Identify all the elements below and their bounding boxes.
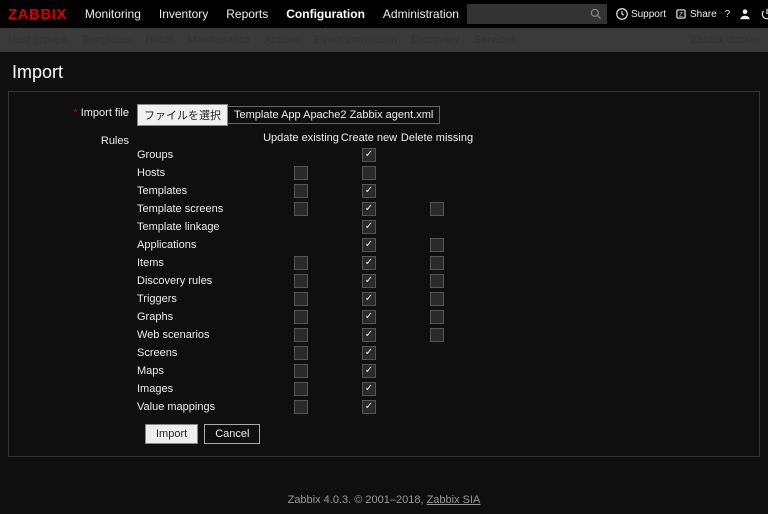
rule-row-label: Maps bbox=[137, 365, 263, 377]
subnav-item-services[interactable]: Services bbox=[474, 34, 516, 46]
rule-checkbox[interactable] bbox=[294, 256, 308, 270]
cancel-button[interactable]: Cancel bbox=[204, 424, 260, 444]
subnav-item-templates[interactable]: Templates bbox=[81, 34, 131, 46]
rules-header: Update existing bbox=[263, 132, 339, 144]
rule-checkbox[interactable] bbox=[362, 220, 376, 234]
subnav-item-hosts[interactable]: Hosts bbox=[145, 34, 173, 46]
rule-row-label: Groups bbox=[137, 149, 263, 161]
help-link[interactable]: ? bbox=[725, 9, 731, 20]
rule-row-label: Template linkage bbox=[137, 221, 263, 233]
rule-row-label: Discovery rules bbox=[137, 275, 263, 287]
share-icon: Z bbox=[674, 7, 688, 21]
file-name: Template App Apache2 Zabbix agent.xml bbox=[228, 106, 440, 124]
topbar: ZABBIX MonitoringInventoryReportsConfigu… bbox=[0, 0, 768, 28]
rule-checkbox[interactable] bbox=[362, 202, 376, 216]
file-selector[interactable]: ファイルを選択 Template App Apache2 Zabbix agen… bbox=[137, 104, 440, 126]
rule-checkbox[interactable] bbox=[294, 166, 308, 180]
rule-checkbox[interactable] bbox=[294, 346, 308, 360]
share-link[interactable]: ZShare bbox=[674, 7, 717, 21]
subnav-item-discovery[interactable]: Discovery bbox=[411, 34, 459, 46]
rule-checkbox[interactable] bbox=[294, 310, 308, 324]
rule-row-label: Graphs bbox=[137, 311, 263, 323]
rule-checkbox[interactable] bbox=[362, 148, 376, 162]
subnav-item-host-groups[interactable]: Host groups bbox=[8, 34, 67, 46]
page-title: Import bbox=[0, 52, 768, 91]
rule-row-label: Applications bbox=[137, 239, 263, 251]
rule-checkbox[interactable] bbox=[362, 346, 376, 360]
rule-checkbox[interactable] bbox=[294, 274, 308, 288]
import-button[interactable]: Import bbox=[145, 424, 198, 444]
rule-checkbox[interactable] bbox=[362, 400, 376, 414]
rules-label: Rules bbox=[19, 132, 137, 147]
support-link[interactable]: Support bbox=[615, 7, 666, 21]
rule-checkbox[interactable] bbox=[362, 364, 376, 378]
subnav-item-actions[interactable]: Actions bbox=[265, 34, 301, 46]
rule-checkbox[interactable] bbox=[430, 274, 444, 288]
import-file-label: * Import file bbox=[19, 104, 137, 119]
rule-checkbox[interactable] bbox=[362, 166, 376, 180]
nav-item-monitoring[interactable]: Monitoring bbox=[77, 1, 149, 27]
rule-checkbox[interactable] bbox=[362, 382, 376, 396]
rule-checkbox[interactable] bbox=[430, 328, 444, 342]
rule-checkbox[interactable] bbox=[430, 202, 444, 216]
svg-text:Z: Z bbox=[679, 11, 683, 18]
rule-row-label: Images bbox=[137, 383, 263, 395]
footer: Zabbix 4.0.3. © 2001–2018, Zabbix SIA bbox=[0, 494, 768, 506]
file-choose-button[interactable]: ファイルを選択 bbox=[137, 104, 228, 126]
nav-item-configuration[interactable]: Configuration bbox=[278, 1, 373, 27]
rule-checkbox[interactable] bbox=[430, 310, 444, 324]
rule-checkbox[interactable] bbox=[362, 292, 376, 306]
subnav-item-maintenance[interactable]: Maintenance bbox=[188, 34, 251, 46]
rule-checkbox[interactable] bbox=[362, 310, 376, 324]
rule-checkbox[interactable] bbox=[362, 238, 376, 252]
rules-grid: Update existingCreate newDelete missing G… bbox=[137, 132, 475, 414]
rule-checkbox[interactable] bbox=[294, 400, 308, 414]
subnav-left: Host groups Templates Hosts Maintenance Acti… bbox=[8, 34, 691, 46]
rule-row-label: Template screens bbox=[137, 203, 263, 215]
topbar-right: Support ZShare ? bbox=[467, 4, 768, 24]
logo[interactable]: ZABBIX bbox=[8, 6, 67, 23]
rule-checkbox[interactable] bbox=[362, 328, 376, 342]
rule-row-label: Web scenarios bbox=[137, 329, 263, 341]
subnav-right[interactable]: Zabbix docker bbox=[691, 34, 760, 46]
import-form: * Import file ファイルを選択 Template App Apach… bbox=[8, 91, 760, 457]
support-icon bbox=[615, 7, 629, 21]
rule-row-label: Value mappings bbox=[137, 401, 263, 413]
rule-row-label: Triggers bbox=[137, 293, 263, 305]
nav-item-administration[interactable]: Administration bbox=[375, 1, 467, 27]
rule-checkbox[interactable] bbox=[294, 184, 308, 198]
rule-checkbox[interactable] bbox=[294, 202, 308, 216]
rule-checkbox[interactable] bbox=[362, 256, 376, 270]
nav-item-inventory[interactable]: Inventory bbox=[151, 1, 216, 27]
rules-header: Create new bbox=[339, 132, 399, 144]
rule-row-label: Items bbox=[137, 257, 263, 269]
rule-checkbox[interactable] bbox=[430, 238, 444, 252]
main-nav: MonitoringInventoryReportsConfigurationA… bbox=[77, 1, 467, 27]
rule-row-label: Templates bbox=[137, 185, 263, 197]
footer-link[interactable]: Zabbix SIA bbox=[427, 494, 481, 506]
rule-checkbox[interactable] bbox=[362, 184, 376, 198]
rule-checkbox[interactable] bbox=[430, 256, 444, 270]
rule-checkbox[interactable] bbox=[294, 364, 308, 378]
rule-checkbox[interactable] bbox=[294, 292, 308, 306]
subnav-item-event-correlation[interactable]: Event correlation bbox=[315, 34, 398, 46]
rule-checkbox[interactable] bbox=[430, 292, 444, 306]
rule-row-label: Hosts bbox=[137, 167, 263, 179]
user-icon[interactable] bbox=[738, 7, 752, 21]
rule-checkbox[interactable] bbox=[294, 328, 308, 342]
search-icon[interactable] bbox=[589, 7, 603, 21]
rule-row-label: Screens bbox=[137, 347, 263, 359]
rules-header: Delete missing bbox=[399, 132, 475, 144]
rule-checkbox[interactable] bbox=[362, 274, 376, 288]
rule-checkbox[interactable] bbox=[294, 382, 308, 396]
power-icon[interactable] bbox=[760, 7, 768, 21]
search-input[interactable] bbox=[467, 4, 607, 24]
nav-item-reports[interactable]: Reports bbox=[218, 1, 276, 27]
subnav: Host groups Templates Hosts Maintenance Acti… bbox=[0, 28, 768, 52]
